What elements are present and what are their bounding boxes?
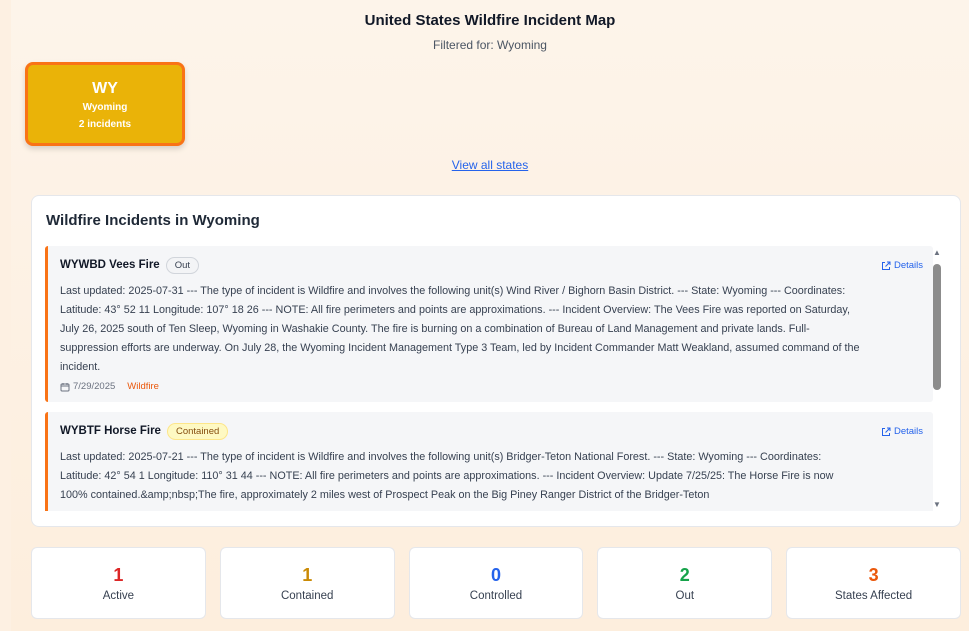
- stat-card-active: 1 Active: [31, 547, 206, 619]
- details-label: Details: [893, 426, 923, 437]
- incident-list-scrollbar[interactable]: ▲ ▼: [932, 248, 942, 510]
- filter-subtitle: Filtered for: Wyoming: [433, 38, 547, 52]
- page-title: United States Wildfire Incident Map: [364, 12, 616, 29]
- external-link-icon: [881, 261, 891, 270]
- scroll-up-arrow-icon[interactable]: ▲: [932, 248, 942, 258]
- stat-value: 3: [868, 565, 879, 585]
- status-badge: Contained: [166, 422, 229, 440]
- details-link[interactable]: Details: [881, 260, 923, 271]
- stat-label: Controlled: [469, 590, 523, 602]
- incident-card: WYWBD Vees Fire Out Details Last updated…: [45, 246, 933, 402]
- stat-label: Active: [102, 590, 135, 602]
- state-incident-count: 2 incidents: [78, 119, 132, 130]
- summary-stats: 1 Active 1 Contained 0 Controlled 2 Out …: [31, 547, 961, 619]
- details-link[interactable]: Details: [881, 426, 923, 437]
- incident-type: Wildfire: [127, 381, 159, 392]
- calendar-icon: [60, 382, 70, 391]
- stat-value: 1: [113, 565, 124, 585]
- incident-card: WYBTF Horse Fire Contained Details Last …: [45, 412, 933, 511]
- stat-card-controlled: 0 Controlled: [408, 547, 584, 619]
- scroll-thumb[interactable]: [933, 264, 941, 390]
- scroll-down-arrow-icon[interactable]: ▼: [932, 500, 942, 510]
- incidents-panel: Wildfire Incidents in Wyoming WYWBD Vees…: [31, 195, 961, 527]
- stat-label: Contained: [280, 590, 334, 602]
- state-name: Wyoming: [82, 102, 128, 113]
- stat-card-out: 2 Out: [597, 547, 773, 619]
- state-abbr: WY: [92, 80, 118, 97]
- incident-list[interactable]: WYWBD Vees Fire Out Details Last updated…: [45, 246, 933, 511]
- state-tile-wyoming[interactable]: WY Wyoming 2 incidents: [25, 62, 185, 146]
- details-label: Details: [893, 260, 923, 271]
- status-badge: Out: [165, 256, 200, 274]
- page: United States Wildfire Incident Map Filt…: [11, 0, 969, 631]
- stat-value: 0: [490, 565, 501, 585]
- incident-description: Last updated: 2025-07-21 --- The type of…: [60, 451, 834, 501]
- view-all-states-link[interactable]: View all states: [11, 158, 969, 172]
- stat-label: States Affected: [835, 590, 913, 602]
- incidents-panel-title: Wildfire Incidents in Wyoming: [46, 212, 260, 229]
- stat-value: 1: [302, 565, 313, 585]
- incident-description: Last updated: 2025-07-31 --- The type of…: [60, 285, 860, 373]
- incident-name: WYWBD Vees Fire: [60, 259, 160, 271]
- stat-card-states-affected: 3 States Affected: [786, 547, 961, 619]
- external-link-icon: [881, 427, 891, 436]
- stat-label: Out: [675, 590, 695, 602]
- stat-value: 2: [679, 565, 690, 585]
- incident-date: 7/29/2025: [73, 381, 116, 392]
- stat-card-contained: 1 Contained: [219, 547, 395, 619]
- incident-name: WYBTF Horse Fire: [60, 425, 161, 437]
